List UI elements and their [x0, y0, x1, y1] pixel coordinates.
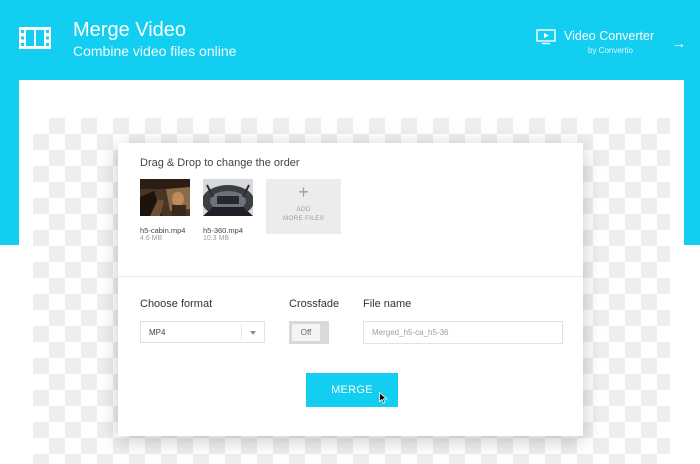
format-selected-value: MP4 — [149, 328, 166, 337]
mouse-cursor-icon — [379, 392, 388, 404]
chevron-down-icon — [250, 331, 256, 335]
crossfade-toggle[interactable]: Off — [289, 321, 329, 344]
add-label-line1: ADD — [296, 206, 311, 213]
add-more-files-button[interactable]: + ADD MORE FILES — [266, 179, 341, 234]
arrow-right-icon: → — [672, 35, 686, 51]
file-name: h5-360.mp4 — [203, 226, 244, 235]
file-size: 10.3 MB — [203, 235, 230, 242]
select-separator — [241, 325, 242, 339]
page-title: Merge Video — [73, 19, 187, 41]
crossfade-label: Crossfade — [289, 298, 340, 310]
file-item[interactable]: h5-360.mp4 10.3 MB — [203, 179, 253, 242]
filename-input[interactable] — [363, 321, 563, 344]
brand-byline: by Convertio — [588, 46, 633, 55]
file-item[interactable]: h5-cabin.mp4 4.6 MB — [140, 179, 190, 242]
format-select[interactable]: MP4 — [140, 321, 265, 343]
crossfade-toggle-state: Off — [292, 324, 320, 341]
file-size: 4.6 MB — [140, 235, 163, 242]
brand-name: Video Converter — [564, 29, 655, 43]
format-label: Choose format — [140, 298, 213, 310]
video-thumbnail-360 — [203, 179, 253, 216]
add-more-files-label: ADD MORE FILES — [266, 205, 341, 223]
merge-card: Drag & Drop to change the order h5-cabin… — [118, 143, 583, 436]
video-converter-link[interactable]: Video Converter by Convertio → — [536, 29, 686, 59]
monitor-play-icon — [536, 29, 556, 45]
plus-icon: + — [298, 182, 309, 202]
file-name: h5-cabin.mp4 — [140, 226, 186, 235]
section-divider — [118, 276, 583, 277]
page-subtitle: Combine video files online — [73, 43, 237, 59]
drag-drop-instruction: Drag & Drop to change the order — [140, 157, 300, 169]
film-strip-icon — [19, 27, 51, 49]
add-label-line2: MORE FILES — [282, 215, 325, 222]
filename-label: File name — [363, 298, 412, 310]
video-thumbnail-cabin — [140, 179, 190, 216]
